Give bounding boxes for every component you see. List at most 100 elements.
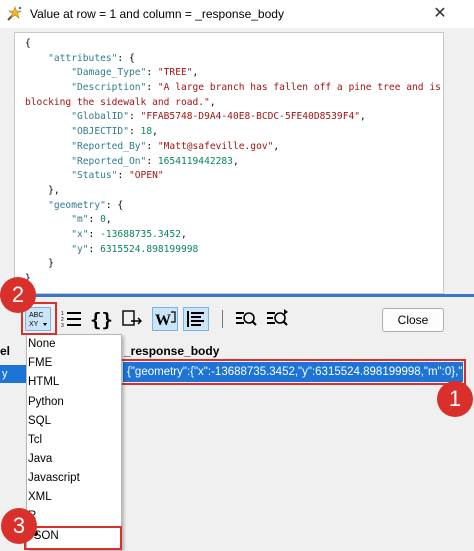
app-icon — [6, 5, 24, 23]
json-token: "TREE" — [157, 67, 193, 79]
json-token: "y" — [71, 243, 89, 255]
json-token: "GlobalID" — [71, 111, 129, 123]
json-token: "attributes" — [48, 52, 118, 64]
find-next-icon[interactable] — [265, 307, 291, 331]
callout-1: 1 — [437, 381, 473, 417]
json-token: : — [88, 228, 101, 240]
json-token: "x" — [71, 228, 89, 240]
editor-line: "m": 0, — [25, 213, 443, 228]
json-token: 18 — [140, 126, 153, 138]
text-align-icon[interactable] — [183, 307, 209, 331]
json-token: "Damage_Type" — [71, 67, 147, 79]
json-token: , — [360, 111, 366, 123]
editor-line: "attributes": { — [25, 52, 443, 67]
grid-column-header[interactable]: el — [0, 344, 10, 358]
json-token: , — [152, 126, 158, 138]
menu-item-tcl[interactable]: Tcl — [28, 434, 42, 446]
editor-line: "GlobalID": "FFAB5748-D9A4-40E8-BCDC-5FE… — [25, 110, 443, 125]
editor-line: "OBJECTID": 18, — [25, 125, 443, 140]
grid-selected-cell-left[interactable]: y — [0, 365, 26, 383]
json-token: 1654119442283 — [157, 155, 233, 167]
json-token: : — [146, 155, 158, 167]
format-braces-icon[interactable]: {} — [89, 307, 115, 331]
editor-line: { — [25, 37, 443, 52]
json-token: "OPEN" — [129, 170, 164, 182]
json-token: "Matt@safeville.gov" — [157, 140, 274, 152]
menu-item-sql[interactable]: SQL — [28, 415, 51, 427]
json-token: , — [273, 140, 280, 152]
editor-line: "x": -13688735.3452, — [25, 228, 443, 243]
json-value-editor[interactable]: { "attributes": { "Damage_Type": "TREE",… — [14, 32, 444, 294]
window-close-icon[interactable]: ✕ — [428, 2, 452, 26]
json-token: "A large branch has fallen off a pine tr… — [157, 82, 441, 94]
json-token: }, — [25, 184, 60, 196]
json-token: "Reported_By" — [71, 140, 147, 152]
json-token: , — [180, 228, 187, 240]
json-token: : — [128, 111, 141, 123]
menu-item-none[interactable]: None — [28, 338, 56, 350]
json-token: , — [192, 67, 199, 79]
callout-3: 3 — [1, 508, 37, 544]
editor-focus-border — [0, 294, 474, 297]
json-token: "Status" — [71, 170, 118, 182]
json-token: : — [146, 67, 158, 79]
json-token: } — [25, 258, 54, 270]
json-token: : — [128, 126, 141, 138]
json-token: 6315524.898199998 — [100, 243, 199, 255]
menu-item-java[interactable]: Java — [28, 453, 52, 465]
json-token: { — [25, 38, 31, 49]
json-token: "FFAB5748-D9A4-40E8-BCDC-5FE40D8539F4" — [140, 111, 361, 123]
json-token: : — [88, 243, 101, 255]
svg-text:3: 3 — [61, 323, 64, 329]
json-token: , — [232, 155, 239, 167]
editor-line: "Description": "A large branch has falle… — [25, 81, 443, 96]
json-token: "Reported_On" — [71, 155, 147, 167]
editor-line: "Status": "OPEN" — [25, 169, 443, 184]
grid-cell-text: y — [2, 368, 8, 380]
find-icon[interactable] — [234, 307, 260, 331]
editor-line: blocking the sidewalk and road.", — [25, 96, 443, 111]
json-token: : { — [117, 52, 135, 64]
json-token: "m" — [71, 214, 89, 226]
editor-line: "y": 6315524.898199998 — [25, 243, 443, 258]
editor-line: "geometry": { — [25, 199, 443, 214]
word-wrap-icon[interactable]: W — [152, 307, 178, 331]
editor-line: "Reported_By": "Matt@safeville.gov", — [25, 140, 443, 155]
editor-line: "Damage_Type": "TREE", — [25, 66, 443, 81]
menu-item-xml[interactable]: XML — [28, 491, 52, 503]
menu-item-html[interactable]: HTML — [28, 376, 59, 388]
json-token: blocking the sidewalk and road." — [25, 96, 210, 108]
window-title: Value at row = 1 and column = _response_… — [30, 7, 284, 21]
svg-text:{}: {} — [90, 309, 113, 331]
menu-item-python[interactable]: Python — [28, 396, 64, 408]
json-token: : { — [105, 199, 124, 211]
json-token: "geometry" — [48, 199, 106, 211]
editor-line: "Reported_On": 1654119442283, — [25, 155, 443, 170]
json-token: "Description" — [71, 82, 147, 94]
json-token: : — [146, 140, 158, 152]
menu-item-javascript[interactable]: Javascript — [28, 472, 80, 484]
json-token: , — [105, 214, 112, 226]
json-highlight-box — [24, 526, 122, 550]
close-button[interactable]: Close — [382, 308, 444, 332]
editor-line: }, — [25, 184, 443, 199]
menu-item-fme[interactable]: FME — [28, 357, 52, 369]
cell-highlight-box — [120, 359, 466, 385]
grid-column-header-response-body[interactable]: _response_body — [124, 344, 219, 358]
svg-text:W: W — [155, 312, 171, 329]
toolbar-separator — [222, 310, 223, 328]
line-numbers-icon[interactable]: 1 2 3 — [60, 307, 86, 331]
editor-line: } — [25, 257, 443, 272]
json-token: : — [88, 214, 101, 226]
export-icon[interactable] — [121, 307, 147, 331]
